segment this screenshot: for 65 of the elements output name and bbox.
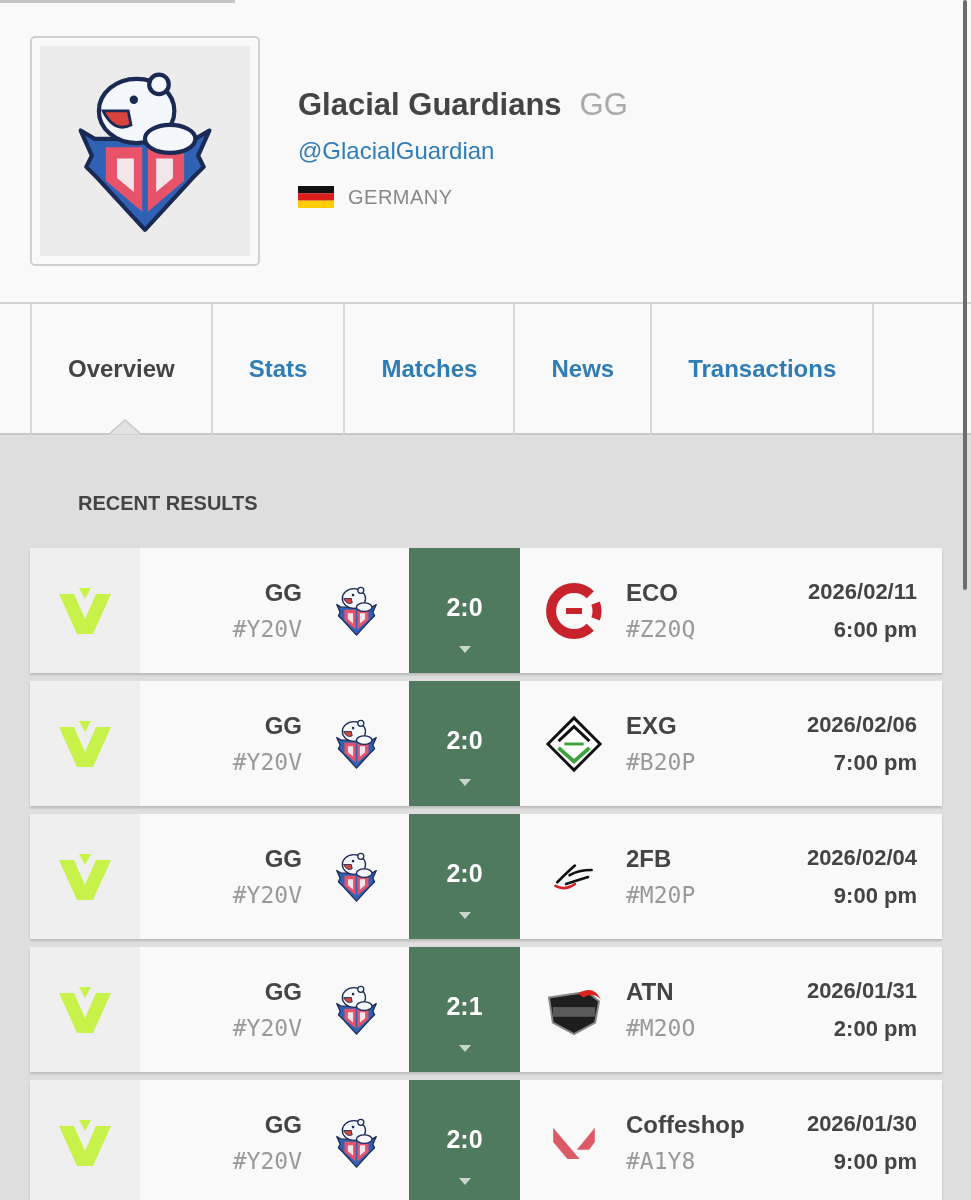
tab[interactable]: Overview: [30, 304, 211, 435]
match-time: 7:00 pm: [832, 748, 917, 777]
team-name: GG: [263, 843, 302, 874]
team-id: #Y20V: [232, 880, 302, 910]
country-name: GERMANY: [348, 185, 453, 209]
score-button[interactable]: 2:0: [409, 681, 520, 806]
bear-shield-icon: [335, 584, 378, 637]
match-time: 2:00 pm: [832, 1014, 917, 1043]
caret-down-icon: [458, 1045, 471, 1052]
team-tag: GG: [579, 82, 628, 128]
bear-shield-icon: [335, 850, 378, 903]
match-time: 9:00 pm: [832, 1147, 917, 1176]
team-name: GG: [263, 710, 302, 741]
team-id: #Y20V: [232, 1146, 302, 1176]
tab-pointer-icon: [108, 419, 142, 435]
flag-icon: [298, 186, 334, 208]
opponent-id: #M20P: [626, 880, 696, 910]
match-date: 2026/01/31: [806, 976, 917, 1005]
match-date: 2026/02/04: [806, 843, 917, 872]
match-time: 9:00 pm: [832, 881, 917, 910]
match-date: 2026/01/30: [806, 1109, 917, 1138]
opponent-name: ECO: [626, 577, 679, 608]
section-title: RECENT RESULTS: [78, 491, 258, 515]
opponent-name: Coffeshop: [626, 1109, 745, 1140]
tab[interactable]: News: [513, 304, 651, 435]
caret-down-icon: [458, 779, 471, 786]
opponent-name: ATN: [626, 976, 675, 1007]
team-id: #Y20V: [232, 1013, 302, 1043]
scrollbar-thumb[interactable]: [963, 0, 967, 590]
team-name: GG: [263, 976, 302, 1007]
v-logo-icon: [59, 587, 111, 634]
score-button[interactable]: 2:0: [409, 1080, 520, 1200]
match-time: 6:00 pm: [832, 615, 917, 644]
opponent-name: EXG: [626, 710, 678, 741]
v-logo-icon: [59, 986, 111, 1033]
team-name: Glacial Guardians: [298, 86, 562, 124]
opponent-id: #B20P: [626, 747, 696, 777]
broken-ring-icon: [544, 580, 604, 641]
tab[interactable]: Transactions: [650, 304, 875, 435]
opponent-name: 2FB: [626, 843, 673, 874]
caret-down-icon: [458, 646, 471, 653]
handle-link[interactable]: @GlacialGuardian: [298, 128, 495, 174]
diamond-icon: [545, 714, 603, 773]
match-date: 2026/02/06: [806, 710, 917, 739]
team-name: GG: [263, 1109, 302, 1140]
opponent-id: #Z20Q: [626, 614, 696, 644]
opponent-id: #M20O: [626, 1013, 696, 1043]
v-logo-icon: [59, 853, 111, 900]
tab[interactable]: Matches: [343, 304, 514, 435]
bear-shield-icon: [335, 717, 378, 770]
team-name: GG: [263, 577, 302, 608]
bear-shield-icon: [335, 1116, 378, 1169]
score-button[interactable]: 2:0: [409, 814, 520, 939]
caret-down-icon: [458, 1178, 471, 1185]
team-id: #Y20V: [232, 614, 302, 644]
caret-down-icon: [458, 912, 471, 919]
score-button[interactable]: 2:0: [409, 548, 520, 673]
score-button[interactable]: 2:1: [409, 947, 520, 1072]
team-id: #Y20V: [232, 747, 302, 777]
opponent-id: #A1Y8: [626, 1146, 697, 1176]
bear-shield-icon: [335, 983, 378, 1036]
match-date: 2026/02/11: [808, 577, 917, 606]
tab[interactable]: Stats: [210, 304, 344, 435]
v-logo-icon: [59, 720, 111, 767]
v-logo-icon: [59, 1119, 111, 1166]
